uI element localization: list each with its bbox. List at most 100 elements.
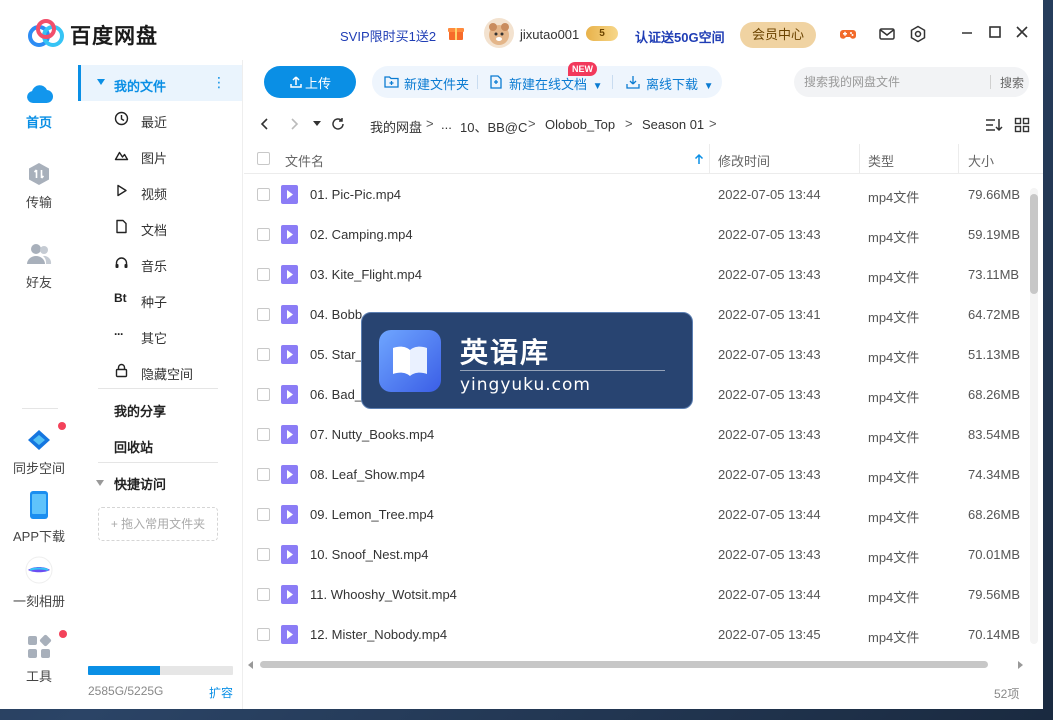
- row-checkbox[interactable]: [257, 588, 270, 601]
- column-divider[interactable]: [859, 144, 860, 174]
- sort-icon[interactable]: [985, 117, 1003, 133]
- new-folder-button[interactable]: 新建文件夹: [384, 74, 469, 93]
- nav-transfer[interactable]: 传输: [0, 162, 78, 211]
- new-online-doc-button[interactable]: 新建在线文档 ▼: [489, 74, 603, 93]
- file-name[interactable]: 04. Bobb: [310, 307, 362, 322]
- file-name[interactable]: 06. Bad_: [310, 387, 362, 402]
- file-name[interactable]: 10. Snoof_Nest.mp4: [310, 547, 429, 562]
- sidebar-recycle-bin[interactable]: 回收站: [114, 437, 153, 456]
- sidebar-item-torrents[interactable]: Bt 种子: [78, 287, 242, 311]
- row-checkbox[interactable]: [257, 348, 270, 361]
- upload-button[interactable]: 上传: [264, 66, 356, 98]
- nav-tools[interactable]: 工具: [0, 634, 78, 685]
- table-row[interactable]: 09. Lemon_Tree.mp4 2022-07-05 13:44 mp4文件 6…: [244, 494, 1029, 534]
- breadcrumb-item[interactable]: ...: [441, 117, 452, 132]
- sidebar-item-videos[interactable]: 视频: [78, 179, 242, 203]
- table-row[interactable]: 12. Mister_Nobody.mp4 2022-07-05 13:45 mp4…: [244, 614, 1029, 654]
- scroll-left-icon[interactable]: [248, 661, 253, 669]
- member-center-button[interactable]: 会员中心: [740, 22, 816, 48]
- column-header-type[interactable]: 类型: [868, 151, 894, 170]
- forward-arrow-icon[interactable]: [287, 117, 301, 131]
- sidebar-item-others[interactable]: ··· 其它: [78, 323, 242, 347]
- row-checkbox[interactable]: [257, 388, 270, 401]
- file-name[interactable]: 08. Leaf_Show.mp4: [310, 467, 425, 482]
- column-header-size[interactable]: 大小: [968, 151, 994, 170]
- settings-gear-icon[interactable]: [909, 25, 927, 43]
- breadcrumb-item[interactable]: Season 01: [642, 117, 704, 132]
- horizontal-scrollbar-thumb[interactable]: [260, 661, 988, 668]
- table-row[interactable]: 10. Snoof_Nest.mp4 2022-07-05 13:43 mp4文件 7…: [244, 534, 1029, 574]
- column-divider[interactable]: [709, 144, 710, 174]
- search-input[interactable]: [804, 73, 984, 91]
- sidebar-my-share[interactable]: 我的分享: [114, 401, 166, 420]
- file-name[interactable]: 12. Mister_Nobody.mp4: [310, 627, 447, 642]
- sidebar-item-recent[interactable]: 最近: [78, 107, 242, 131]
- sidebar-item-music[interactable]: 音乐: [78, 251, 242, 275]
- breadcrumb-item[interactable]: 10、BB@C: [460, 117, 527, 136]
- sidebar-item-hidden-space[interactable]: 隐藏空间: [78, 359, 242, 383]
- sort-ascending-icon[interactable]: [694, 153, 704, 165]
- nav-app-download[interactable]: APP下载: [0, 490, 78, 545]
- nav-friends[interactable]: 好友: [0, 242, 78, 291]
- vip-level-badge[interactable]: 5: [586, 26, 618, 41]
- file-name[interactable]: 05. Star_: [310, 347, 363, 362]
- row-checkbox[interactable]: [257, 548, 270, 561]
- minimize-icon[interactable]: [959, 24, 975, 40]
- gift-icon[interactable]: [447, 24, 465, 42]
- verify-promo-link[interactable]: 认证送50G空间: [635, 27, 725, 46]
- username[interactable]: jixutao001: [520, 27, 579, 42]
- row-checkbox[interactable]: [257, 468, 270, 481]
- sidebar-my-files[interactable]: 我的文件 ⋮: [78, 65, 242, 101]
- caret-down-icon[interactable]: ▼: [704, 81, 714, 92]
- sidebar-item-documents[interactable]: 文档: [78, 215, 242, 239]
- row-checkbox[interactable]: [257, 628, 270, 641]
- column-divider[interactable]: [958, 144, 959, 174]
- file-name[interactable]: 09. Lemon_Tree.mp4: [310, 507, 434, 522]
- file-name[interactable]: 01. Pic-Pic.mp4: [310, 187, 401, 202]
- row-checkbox[interactable]: [257, 268, 270, 281]
- row-checkbox[interactable]: [257, 228, 270, 241]
- row-checkbox[interactable]: [257, 508, 270, 521]
- table-row[interactable]: 07. Nutty_Books.mp4 2022-07-05 13:43 mp4文件…: [244, 414, 1029, 454]
- nav-sync-space[interactable]: 同步空间: [0, 428, 78, 477]
- vertical-scrollbar[interactable]: [1030, 188, 1038, 644]
- vertical-scrollbar-thumb[interactable]: [1030, 194, 1038, 294]
- table-row[interactable]: 03. Kite_Flight.mp4 2022-07-05 13:43 mp4文件…: [244, 254, 1029, 294]
- select-all-checkbox[interactable]: [257, 152, 270, 165]
- file-name[interactable]: 02. Camping.mp4: [310, 227, 413, 242]
- table-row[interactable]: 01. Pic-Pic.mp4 2022-07-05 13:44 mp4文件 79.6…: [244, 174, 1029, 214]
- nav-home[interactable]: 首页: [0, 82, 78, 131]
- close-icon[interactable]: [1014, 24, 1030, 40]
- refresh-icon[interactable]: [331, 117, 345, 131]
- column-header-name[interactable]: 文件名: [285, 151, 324, 170]
- row-checkbox[interactable]: [257, 188, 270, 201]
- table-row[interactable]: 08. Leaf_Show.mp4 2022-07-05 13:43 mp4文件 74…: [244, 454, 1029, 494]
- column-header-modified[interactable]: 修改时间: [718, 151, 770, 170]
- offline-download-button[interactable]: 离线下载 ▼: [626, 74, 714, 93]
- breadcrumb-item[interactable]: 我的网盘: [370, 117, 422, 136]
- caret-down-icon[interactable]: [97, 79, 105, 85]
- drag-folder-dropzone[interactable]: + 拖入常用文件夹: [98, 507, 218, 541]
- file-name[interactable]: 03. Kite_Flight.mp4: [310, 267, 422, 282]
- row-checkbox[interactable]: [257, 308, 270, 321]
- table-row[interactable]: 02. Camping.mp4 2022-07-05 13:43 mp4文件 59.1…: [244, 214, 1029, 254]
- gamepad-icon[interactable]: [839, 25, 857, 43]
- back-arrow-icon[interactable]: [258, 117, 272, 131]
- svip-promo-link[interactable]: SVIP限时买1送2: [340, 26, 436, 45]
- scroll-right-icon[interactable]: [1018, 661, 1023, 669]
- history-dropdown-icon[interactable]: [313, 121, 321, 127]
- row-checkbox[interactable]: [257, 428, 270, 441]
- file-name[interactable]: 07. Nutty_Books.mp4: [310, 427, 434, 442]
- maximize-icon[interactable]: [987, 24, 1003, 40]
- caret-down-icon[interactable]: ▼: [593, 81, 603, 92]
- more-vertical-icon[interactable]: ⋮: [212, 74, 226, 91]
- nav-album[interactable]: 一刻相册: [0, 555, 78, 610]
- mail-icon[interactable]: [878, 25, 896, 43]
- file-name[interactable]: 11. Whooshy_Wotsit.mp4: [310, 587, 457, 602]
- horizontal-scrollbar[interactable]: [248, 660, 1024, 669]
- search-button[interactable]: 搜索: [1000, 74, 1024, 91]
- caret-down-icon[interactable]: [96, 480, 104, 486]
- grid-view-icon[interactable]: [1014, 117, 1030, 133]
- sidebar-item-images[interactable]: 图片: [78, 143, 242, 167]
- breadcrumb-item[interactable]: Olobob_Top: [545, 117, 615, 132]
